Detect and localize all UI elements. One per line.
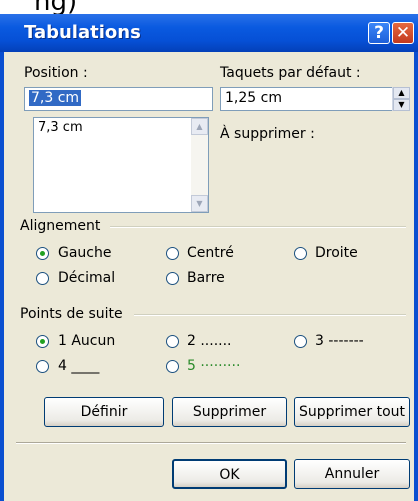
leader-5-label[interactable]: 5 ·········: [187, 358, 240, 374]
leader-4-radio[interactable]: [36, 360, 49, 373]
leader-4-label[interactable]: 4 ____: [58, 358, 99, 374]
background-app-strip: ng): [0, 0, 418, 14]
position-label: Position :: [24, 65, 88, 81]
align-decimal-label[interactable]: Décimal: [58, 270, 115, 286]
position-list[interactable]: 7,3 cm ▲ ▼: [33, 117, 209, 213]
leaders-group-label: Points de suite: [20, 306, 123, 322]
default-tabs-value: 1,25 cm: [225, 90, 282, 106]
leader-3-radio[interactable]: [294, 335, 307, 348]
dialog-separator: [16, 442, 406, 444]
leader-3-label[interactable]: 3 -------: [315, 333, 364, 349]
ok-button[interactable]: OK: [172, 459, 287, 489]
clear-all-button[interactable]: Supprimer tout: [294, 397, 410, 427]
leader-1-label[interactable]: 1 Aucun: [58, 333, 115, 349]
align-bar-label[interactable]: Barre: [187, 270, 225, 286]
close-icon[interactable]: ✕: [392, 22, 414, 44]
default-tabs-input[interactable]: 1,25 cm: [220, 87, 410, 111]
tabs-dialog: ng) Tabulations ? ✕ Position : 7,3 cm 7,…: [0, 0, 418, 501]
default-tabs-spinner[interactable]: ▲ ▼: [392, 87, 410, 111]
align-decimal-radio[interactable]: [36, 272, 49, 285]
align-bar-radio[interactable]: [166, 272, 179, 285]
scroll-up-icon[interactable]: ▲: [191, 118, 208, 135]
align-left-label[interactable]: Gauche: [58, 245, 111, 261]
arrow-down-icon[interactable]: ▼: [393, 99, 410, 111]
list-scrollbar[interactable]: ▲ ▼: [191, 118, 208, 212]
set-button[interactable]: Définir: [44, 397, 164, 427]
leader-2-label[interactable]: 2 .......: [187, 333, 232, 349]
alignment-group-label: Alignement: [20, 218, 101, 234]
window-frame-left: [0, 52, 4, 501]
dialog-title: Tabulations: [24, 22, 141, 43]
to-delete-label: À supprimer :: [220, 126, 315, 142]
window-frame-right: [414, 52, 418, 501]
position-input[interactable]: 7,3 cm: [24, 87, 213, 111]
cancel-button[interactable]: Annuler: [294, 459, 410, 489]
leaders-divider: [134, 314, 406, 316]
arrow-up-icon[interactable]: ▲: [393, 87, 410, 99]
align-center-label[interactable]: Centré: [187, 245, 234, 261]
align-left-radio[interactable]: [36, 247, 49, 260]
align-right-radio[interactable]: [294, 247, 307, 260]
leader-1-radio[interactable]: [36, 335, 49, 348]
scroll-down-icon[interactable]: ▼: [191, 195, 208, 212]
position-input-value: 7,3 cm: [29, 90, 82, 106]
clear-button[interactable]: Supprimer: [172, 397, 287, 427]
leader-2-radio[interactable]: [166, 335, 179, 348]
alignment-divider: [110, 226, 406, 228]
align-center-radio[interactable]: [166, 247, 179, 260]
position-list-item[interactable]: 7,3 cm: [38, 120, 83, 135]
align-right-label[interactable]: Droite: [315, 245, 358, 261]
help-icon[interactable]: ?: [368, 22, 390, 44]
leader-5-radio[interactable]: [166, 360, 179, 373]
default-tabs-label: Taquets par défaut :: [220, 65, 361, 81]
